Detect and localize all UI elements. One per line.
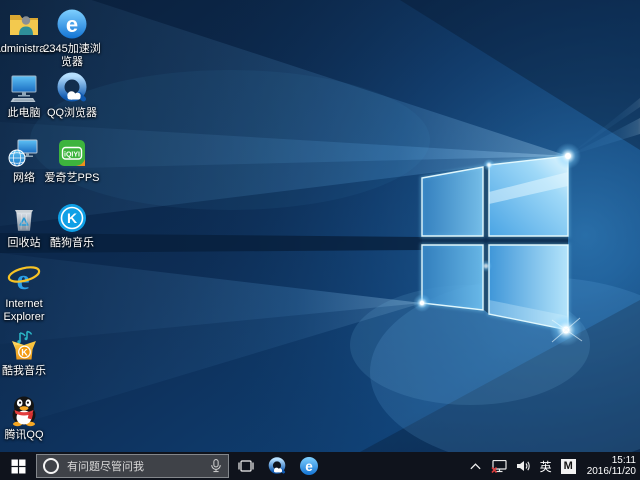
ime-indicator[interactable]: M	[561, 459, 576, 474]
taskbar-2345-browser-button[interactable]: e	[293, 452, 325, 480]
task-view-button[interactable]	[231, 452, 261, 480]
icon-label: 腾讯QQ	[4, 429, 43, 442]
desktop-icon-kuwo-music[interactable]: K 酷我音乐	[0, 329, 60, 378]
cortana-icon	[43, 458, 59, 474]
search-input[interactable]: 有问题尽管问我	[36, 454, 229, 478]
search-placeholder: 有问题尽管问我	[67, 458, 210, 474]
icon-label: 酷狗音乐	[50, 237, 94, 250]
svg-text:iQIYI: iQIYI	[64, 152, 80, 159]
microphone-icon[interactable]	[210, 458, 222, 474]
icon-label: QQ浏览器	[47, 107, 97, 120]
volume-icon[interactable]	[516, 460, 531, 472]
qq-browser-taskbar-icon	[267, 456, 287, 476]
taskbar-qq-browser-button[interactable]	[261, 452, 293, 480]
kugou-music-icon: K	[55, 201, 89, 235]
show-hidden-icons-chevron-icon[interactable]	[469, 461, 482, 471]
windows-logo-icon	[11, 459, 26, 474]
desktop-icon-kugou-music[interactable]: K 酷狗音乐	[36, 201, 108, 250]
icon-label: Internet Explorer	[0, 298, 60, 324]
desktop-icon-2345-browser[interactable]: e 2345加速浏览器	[36, 7, 108, 69]
desktop-icon-iqiyi-pps[interactable]: iQIYI 爱奇艺PPS	[36, 136, 108, 185]
internet-explorer-icon: e	[7, 262, 41, 296]
2345-browser-taskbar-icon: e	[299, 456, 319, 476]
desktop-icon-internet-explorer[interactable]: e Internet Explorer	[0, 262, 60, 324]
windows-desktop: Administra... 此电脑 网络	[0, 0, 640, 480]
kuwo-music-icon: K	[7, 329, 41, 363]
tray-time: 15:11	[587, 455, 636, 466]
language-indicator[interactable]: 英	[540, 458, 552, 475]
svg-text:K: K	[67, 210, 77, 226]
desktop-icon-tencent-qq[interactable]: 腾讯QQ	[0, 393, 60, 442]
iqiyi-pps-icon: iQIYI	[55, 136, 89, 170]
desktop-icon-qq-browser[interactable]: QQ浏览器	[36, 71, 108, 120]
network-status-icon[interactable]	[491, 460, 507, 473]
icon-label: 2345加速浏览器	[41, 43, 103, 69]
taskbar: 有问题尽管问我	[0, 452, 640, 480]
task-view-icon	[237, 459, 255, 473]
qq-browser-icon	[55, 71, 89, 105]
tray-date: 2016/11/20	[587, 466, 636, 477]
clock[interactable]: 15:11 2016/11/20	[585, 455, 636, 477]
icon-label: 爱奇艺PPS	[44, 172, 99, 185]
svg-text:e: e	[305, 459, 313, 474]
icon-label: 网络	[13, 172, 35, 185]
2345-browser-icon: e	[55, 7, 89, 41]
system-tray: 英 M 15:11 2016/11/20	[460, 452, 640, 480]
icon-label: 酷我音乐	[2, 365, 46, 378]
tencent-qq-icon	[7, 393, 41, 427]
start-button[interactable]	[0, 452, 36, 480]
svg-text:e: e	[66, 12, 78, 37]
svg-text:K: K	[21, 348, 28, 358]
